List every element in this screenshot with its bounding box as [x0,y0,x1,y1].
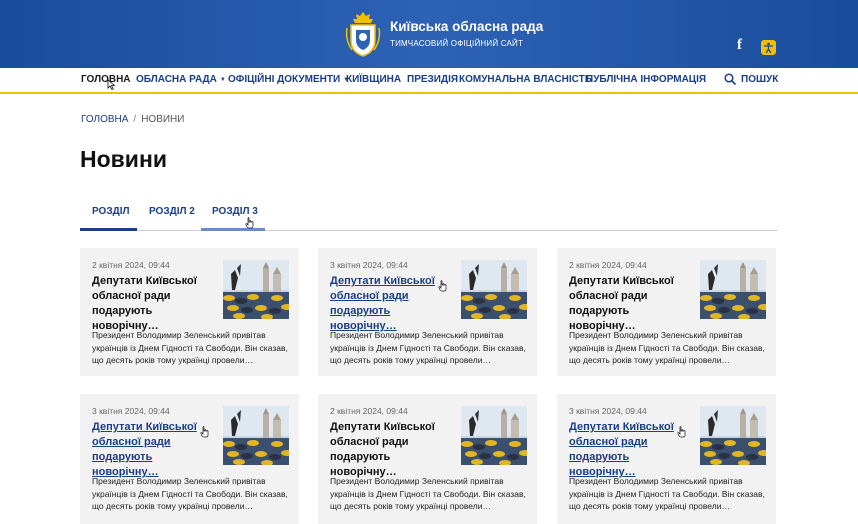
news-thumbnail[interactable] [461,406,527,465]
nav-item-public-info[interactable]: ПУБЛІЧНА ІНФОРМАЦІЯ [586,74,706,85]
news-card[interactable]: 3 квітня 2024, 09:44 Депутати Київської … [318,248,537,376]
news-title[interactable]: Депутати Київської обласної ради подарую… [92,274,220,334]
page-title: Новини [80,146,167,172]
nav-item-property[interactable]: КОМУНАЛЬНА ВЛАСНІСТЬ [459,74,592,85]
search-label: ПОШУК [741,73,779,85]
nav-item-label: ОБЛАСНА РАДА [136,74,217,85]
news-excerpt: Президент Володимир Зеленський привітав … [92,476,288,511]
news-thumbnail[interactable] [461,260,527,319]
coat-of-arms-logo[interactable] [344,10,382,58]
news-excerpt: Президент Володимир Зеленський привітав … [569,330,765,365]
site-title: Київська обласна рада [390,19,544,34]
news-card[interactable]: 3 квітня 2024, 09:44 Депутати Київської … [557,394,776,524]
breadcrumb: ГОЛОВНА / НОВИНИ [81,114,184,125]
news-excerpt: Президент Володимир Зеленський привітав … [92,330,288,365]
news-card[interactable]: 2 квітня 2024, 09:44 Депутати Київської … [318,394,537,524]
breadcrumb-home[interactable]: ГОЛОВНА [81,114,128,125]
news-excerpt: Президент Володимир Зеленський привітав … [330,476,526,511]
news-card[interactable]: 2 квітня 2024, 09:44 Депутати Київської … [80,248,299,376]
pointer-cursor-icon [107,79,116,90]
news-date: 2 квітня 2024, 09:44 [92,260,170,270]
search-icon [724,73,736,85]
section-tabs: РОЗДІЛ РОЗДІЛ 2 РОЗДІЛ 3 [80,198,778,231]
breadcrumb-separator: / [133,114,137,125]
nav-item-council[interactable]: ОБЛАСНА РАДА ▼ [136,74,226,85]
hand-cursor-icon [200,426,209,438]
news-thumbnail[interactable] [700,406,766,465]
chevron-down-icon: ▼ [219,77,226,83]
news-date: 2 квітня 2024, 09:44 [569,260,647,270]
nav-item-presidium[interactable]: ПРЕЗИДІЯ [407,74,458,85]
news-title[interactable]: Депутати Київської обласної ради подарую… [569,274,697,334]
news-card[interactable]: 2 квітня 2024, 09:44 Депутати Київської … [557,248,776,376]
site-header: Київська обласна рада ТИМЧАСОВИЙ ОФІЦІЙН… [0,0,858,68]
hand-cursor-icon [245,217,254,229]
tab-section-1[interactable]: РОЗДІЛ [92,206,130,217]
main-nav: ГОЛОВНА ОБЛАСНА РАДА ▼ ОФІЦІЙНІ ДОКУМЕНТИ… [0,68,858,94]
news-date: 2 квітня 2024, 09:44 [330,406,408,416]
news-excerpt: Президент Володимир Зеленський привітав … [569,476,765,511]
facebook-icon[interactable]: f [737,38,742,53]
site-subtitle: ТИМЧАСОВИЙ ОФІЦІЙНИЙ САЙТ [390,39,524,48]
nav-item-kyivshchyna[interactable]: КИЇВЩИНА [346,74,401,85]
accessibility-icon[interactable] [761,40,776,55]
hover-tab-indicator [201,228,265,231]
news-thumbnail[interactable] [223,260,289,319]
news-title[interactable]: Депутати Київської обласної ради подарую… [330,420,458,480]
hand-cursor-icon [438,280,447,292]
hand-cursor-icon [677,426,686,438]
news-date: 3 квітня 2024, 09:44 [92,406,170,416]
nav-item-label: ОФІЦІЙНІ ДОКУМЕНТИ [228,74,341,85]
news-excerpt: Президент Володимир Зеленський привітав … [330,330,526,365]
news-thumbnail[interactable] [223,406,289,465]
news-date: 3 квітня 2024, 09:44 [330,260,408,270]
search-button[interactable]: ПОШУК [724,73,778,85]
news-thumbnail[interactable] [700,260,766,319]
tab-section-3[interactable]: РОЗДІЛ 3 [212,206,258,217]
tab-section-2[interactable]: РОЗДІЛ 2 [149,206,195,217]
breadcrumb-current: НОВИНИ [141,114,185,125]
nav-item-home[interactable]: ГОЛОВНА [81,74,131,85]
active-tab-indicator [80,228,137,231]
news-date: 3 квітня 2024, 09:44 [569,406,647,416]
nav-item-documents[interactable]: ОФІЦІЙНІ ДОКУМЕНТИ ▼ [228,74,349,85]
news-card[interactable]: 3 квітня 2024, 09:44 Депутати Київської … [80,394,299,524]
